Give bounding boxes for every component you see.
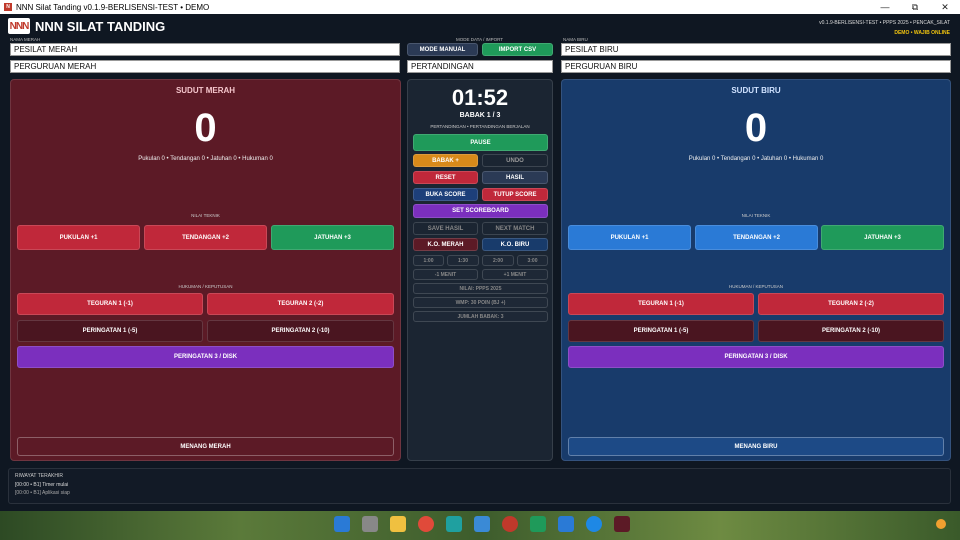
photos-icon[interactable] [474, 516, 490, 532]
save-hasil-button[interactable]: SAVE HASIL [413, 222, 478, 235]
match-status: PERTANDINGAN • PERTANDINGAN BERJALAN [430, 124, 530, 129]
excel-icon[interactable] [530, 516, 546, 532]
minus-minute-button[interactable]: -1 MENIT [413, 269, 478, 280]
blue-corner-panel: SUDUT BIRU 0 Pukulan 0 • Tendangan 0 • J… [561, 79, 951, 461]
history-panel: RIWAYAT TERAKHIR [00:00 • B1] Timer mula… [8, 468, 951, 504]
red-score: 0 [194, 106, 217, 150]
set-scoreboard-button[interactable]: SET SCOREBOARD [413, 204, 548, 218]
red-stats: Pukulan 0 • Tendangan 0 • Jatuhan 0 • Hu… [138, 156, 273, 162]
blue-name-label: NAMA BIRU [563, 37, 588, 42]
os-taskbar [0, 511, 960, 540]
silat-app-icon[interactable] [614, 516, 630, 532]
blue-teknik-label: NILAI TEKNIK [741, 213, 771, 218]
red-hukuman-label: HUKUMAN / KEPUTUSAN [178, 284, 233, 289]
red-name-input[interactable]: PESILAT MERAH [10, 43, 400, 56]
red-club-input[interactable]: PERGURUAN MERAH [10, 60, 400, 73]
blue-club-input[interactable]: PERGURUAN BIRU [561, 60, 951, 73]
round-indicator: BABAK 1 / 3 [459, 112, 501, 119]
window-title: NNN Silat Tanding v0.1.9-BERLISENSI-TEST… [16, 2, 210, 12]
chrome-icon[interactable] [418, 516, 434, 532]
hasil-button[interactable]: HASIL [482, 171, 548, 184]
import-csv-button[interactable]: IMPORT CSV [482, 43, 553, 56]
mode-label: MODE DATA / IMPORT [456, 37, 504, 42]
edge-icon[interactable] [586, 516, 602, 532]
blue-tendangan-button[interactable]: TENDANGAN +2 [695, 225, 818, 250]
red-name-label: NAMA MERAH [10, 37, 41, 42]
history-line-1: [00:00 • B1] Timer mulai [15, 482, 69, 488]
start-icon[interactable] [334, 516, 350, 532]
maximize-button[interactable]: ⧉ [900, 0, 930, 14]
plus-minute-button[interactable]: +1 MENIT [482, 269, 548, 280]
blue-peringatan3-button[interactable]: PERINGATAN 3 / DISK [568, 346, 944, 368]
red-win-button[interactable]: MENANG MERAH [17, 437, 394, 456]
window-titlebar: N NNN Silat Tanding v0.1.9-BERLISENSI-TE… [0, 0, 960, 14]
blue-score: 0 [744, 106, 768, 150]
blue-jatuhan-button[interactable]: JATUHAN +3 [821, 225, 944, 250]
time-preset-4[interactable]: 3:00 [517, 255, 548, 266]
mode-manual-button[interactable]: MODE MANUAL [407, 43, 478, 56]
blue-teguran1-button[interactable]: TEGURAN 1 (-1) [568, 293, 754, 315]
app-icon-n[interactable] [446, 516, 462, 532]
taskview-icon[interactable] [362, 516, 378, 532]
red-jatuhan-button[interactable]: JATUHAN +3 [271, 225, 394, 250]
history-title: RIWAYAT TERAKHIR [15, 473, 63, 479]
jumlah-babak-info: JUMLAH BABAK: 3 [413, 311, 548, 322]
minimize-button[interactable]: — [870, 0, 900, 14]
red-pukulan-button[interactable]: PUKULAN +1 [17, 225, 140, 250]
blue-peringatan2-button[interactable]: PERINGATAN 2 (-10) [758, 320, 944, 342]
event-input[interactable]: PERTANDINGAN [407, 60, 553, 73]
blue-teguran2-button[interactable]: TEGURAN 2 (-2) [758, 293, 944, 315]
license-status: DEMO • WAJIB ONLINE [894, 30, 950, 36]
wmp-info: WMP: 30 POIN (BJ +) [413, 297, 548, 308]
blue-win-button[interactable]: MENANG BIRU [568, 437, 944, 456]
control-panel: 01:52 BABAK 1 / 3 PERTANDINGAN • PERTAND… [407, 79, 553, 461]
undo-button[interactable]: UNDO [482, 154, 548, 167]
time-preset-1[interactable]: 1:00 [413, 255, 444, 266]
history-line-2: [00:00 • B1] Aplikasi siap [15, 490, 70, 496]
app-icon: N [4, 3, 12, 11]
notification-icon[interactable] [936, 519, 946, 529]
app-name: NNN SILAT TANDING [35, 18, 166, 34]
red-teguran2-button[interactable]: TEGURAN 2 (-2) [207, 293, 394, 315]
blue-hukuman-label: HUKUMAN / KEPUTUSAN [728, 284, 783, 289]
pause-button[interactable]: PAUSE [413, 134, 548, 151]
babak-plus-button[interactable]: BABAK + [413, 154, 478, 167]
blue-name-input[interactable]: PESILAT BIRU [561, 43, 951, 56]
tutup-score-button[interactable]: TUTUP SCORE [482, 188, 548, 201]
version-info: v0.1.9-BERLISENSI-TEST • PPPS 2025 • PEN… [819, 20, 950, 26]
close-button[interactable]: ✕ [930, 0, 960, 14]
app-icon-red[interactable] [502, 516, 518, 532]
red-peringatan3-button[interactable]: PERINGATAN 3 / DISK [17, 346, 394, 368]
reset-button[interactable]: RESET [413, 171, 478, 184]
explorer-icon[interactable] [390, 516, 406, 532]
blue-pukulan-button[interactable]: PUKULAN +1 [568, 225, 691, 250]
red-teknik-label: NILAI TEKNIK [191, 213, 220, 218]
logo-mark: NNN [8, 18, 30, 34]
match-timer: 01:52 [451, 85, 509, 110]
ko-merah-button[interactable]: K.O. MERAH [413, 238, 478, 251]
red-corner-panel: SUDUT MERAH 0 Pukulan 0 • Tendangan 0 • … [10, 79, 401, 461]
app-logo: NNN NNN SILAT TANDING [8, 18, 165, 34]
buka-score-button[interactable]: BUKA SCORE [413, 188, 478, 201]
blue-stats: Pukulan 0 • Tendangan 0 • Jatuhan 0 • Hu… [688, 156, 824, 162]
blue-peringatan1-button[interactable]: PERINGATAN 1 (-5) [568, 320, 754, 342]
red-title: SUDUT MERAH [175, 86, 236, 95]
time-preset-2[interactable]: 1:30 [447, 255, 479, 266]
app-main: NNN NNN SILAT TANDING v0.1.9-BERLISENSI-… [0, 14, 960, 511]
red-teguran1-button[interactable]: TEGURAN 1 (-1) [17, 293, 203, 315]
next-match-button[interactable]: NEXT MATCH [482, 222, 548, 235]
time-preset-3[interactable]: 2:00 [482, 255, 514, 266]
nilai-info: NILAI: PPPS 2025 [413, 283, 548, 294]
store-icon[interactable] [558, 516, 574, 532]
red-tendangan-button[interactable]: TENDANGAN +2 [144, 225, 267, 250]
blue-title: SUDUT BIRU [731, 86, 781, 95]
red-peringatan1-button[interactable]: PERINGATAN 1 (-5) [17, 320, 203, 342]
ko-biru-button[interactable]: K.O. BIRU [482, 238, 548, 251]
red-peringatan2-button[interactable]: PERINGATAN 2 (-10) [207, 320, 394, 342]
